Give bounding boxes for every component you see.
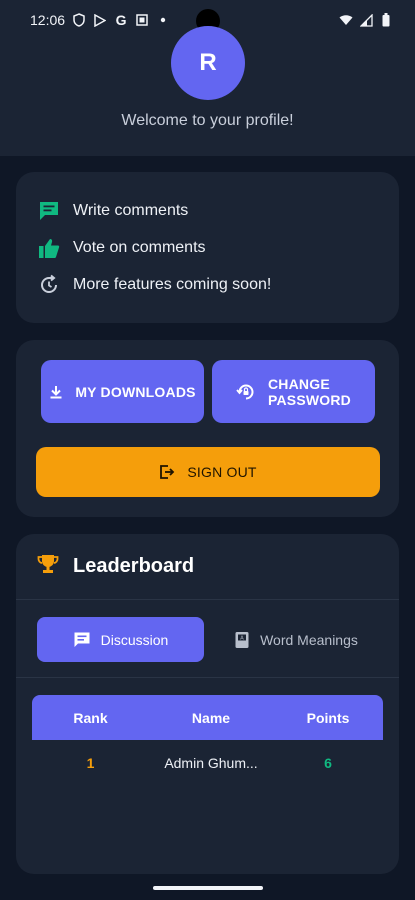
profile-header: 12:06 G R Welcome to your profile!: [0, 0, 415, 156]
screen-icon: [135, 13, 149, 27]
play-store-icon: [93, 13, 107, 27]
change-password-label: CHANGE PASSWORD: [268, 376, 351, 408]
name-cell: Admin Ghum...: [164, 754, 258, 771]
lock-reset-icon: [236, 382, 256, 402]
logout-icon: [159, 464, 175, 480]
my-downloads-label: MY DOWNLOADS: [75, 383, 196, 400]
feature-label: Write comments: [73, 201, 189, 219]
welcome-text: Welcome to your profile!: [121, 112, 294, 129]
column-header-name: Name: [191, 709, 231, 726]
leaderboard-header: Leaderboard: [16, 534, 399, 600]
table-row[interactable]: 1 Admin Ghum... 6: [32, 740, 383, 785]
feature-vote-comments: Vote on comments: [16, 229, 399, 266]
sign-out-button[interactable]: SIGN OUT: [36, 447, 380, 497]
refresh-icon: [38, 274, 60, 296]
rank-cell: 1: [86, 754, 95, 771]
dictionary-icon: A: [234, 631, 250, 649]
points-cell: 6: [324, 754, 332, 771]
sign-out-label: SIGN OUT: [187, 464, 257, 480]
actions-card: MY DOWNLOADS CHANGE PASSWORD SIGN OUT: [16, 340, 399, 517]
avatar[interactable]: R: [171, 26, 245, 100]
change-password-button[interactable]: CHANGE PASSWORD: [212, 360, 375, 423]
my-downloads-button[interactable]: MY DOWNLOADS: [41, 360, 204, 423]
features-card: Write comments Vote on comments More fea…: [16, 172, 399, 323]
leaderboard-tabs: Discussion A Word Meanings: [16, 600, 399, 678]
dot-icon: [156, 13, 170, 27]
feature-coming-soon: More features coming soon!: [16, 266, 399, 303]
feature-label: More features coming soon!: [73, 275, 272, 293]
column-header-rank: Rank: [73, 709, 108, 726]
feature-label: Vote on comments: [73, 238, 206, 256]
trophy-icon: [37, 553, 59, 580]
google-icon: G: [115, 12, 127, 28]
leaderboard-title: Leaderboard: [73, 555, 195, 577]
tab-label: Word Meanings: [260, 631, 358, 648]
table-header: Rank Name Points: [32, 695, 383, 740]
battery-icon: [379, 13, 393, 27]
tab-label: Discussion: [100, 631, 169, 648]
comment-icon: [38, 200, 60, 222]
change-password-line1: CHANGE: [267, 375, 330, 392]
leaderboard-table: Rank Name Points 1 Admin Ghum... 6: [32, 695, 383, 785]
svg-text:A: A: [240, 635, 244, 641]
thumbs-up-icon: [38, 237, 60, 259]
signal-icon: [359, 13, 373, 27]
shield-icon: [72, 13, 86, 27]
gesture-bar[interactable]: [153, 886, 263, 890]
change-password-line2: PASSWORD: [267, 391, 351, 408]
column-header-points: Points: [306, 709, 350, 726]
status-time: 12:06: [30, 12, 66, 28]
chat-icon: [73, 631, 91, 649]
tab-word-meanings[interactable]: A Word Meanings: [216, 617, 376, 662]
download-icon: [49, 385, 63, 399]
leaderboard-card: Leaderboard Discussion A Word Meanings R…: [16, 534, 399, 874]
feature-write-comments: Write comments: [16, 192, 399, 229]
tab-discussion[interactable]: Discussion: [37, 617, 204, 662]
wifi-icon: [339, 13, 353, 27]
